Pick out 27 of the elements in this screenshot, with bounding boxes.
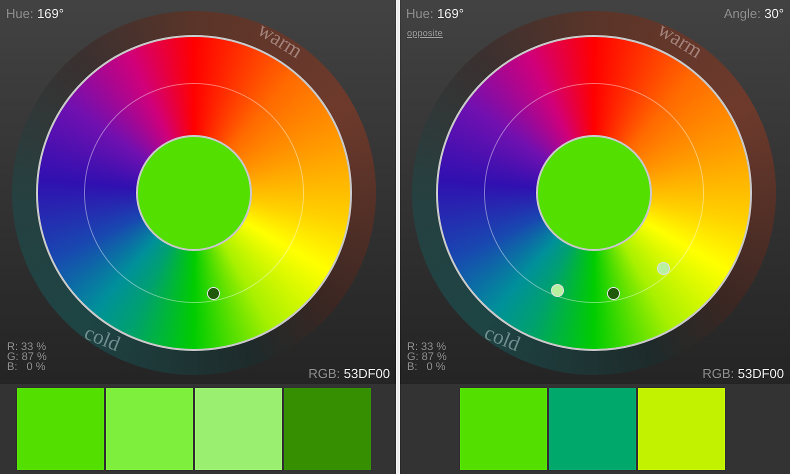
color-swatch[interactable]: [106, 388, 193, 470]
color-swatch[interactable]: [195, 388, 282, 470]
channel-percent: G: 87 %: [7, 352, 47, 362]
channel-percent: G: 87 %: [407, 352, 447, 362]
color-marker[interactable]: [606, 286, 620, 300]
opposite-link[interactable]: opposite: [407, 27, 443, 40]
color-swatch[interactable]: [638, 388, 725, 470]
color-swatch[interactable]: [460, 388, 547, 470]
color-swatch[interactable]: [284, 388, 371, 470]
color-marker[interactable]: [206, 286, 220, 300]
rgb-readout: RGB: 53DF00: [308, 365, 390, 383]
channel-percent: R: 33 %: [7, 342, 47, 352]
channel-percent: R: 33 %: [407, 342, 447, 352]
channel-percent: B: 0 %: [7, 362, 47, 372]
warm-label: warm: [252, 16, 308, 65]
cold-label: cold: [480, 319, 525, 358]
angle-readout: Angle: 30°: [724, 5, 784, 23]
color-swatch[interactable]: [549, 388, 636, 470]
color-swatch[interactable]: [17, 388, 104, 470]
channel-percent: B: 0 %: [407, 362, 447, 372]
hue-readout: Hue: 169°: [406, 5, 464, 23]
color-marker[interactable]: [550, 284, 564, 297]
cold-label: cold: [80, 319, 125, 358]
warm-label: warm: [652, 16, 708, 65]
color-marker[interactable]: [656, 262, 670, 275]
rgb-readout: RGB: 53DF00: [702, 365, 784, 383]
hue-readout: Hue: 169°: [6, 5, 64, 23]
